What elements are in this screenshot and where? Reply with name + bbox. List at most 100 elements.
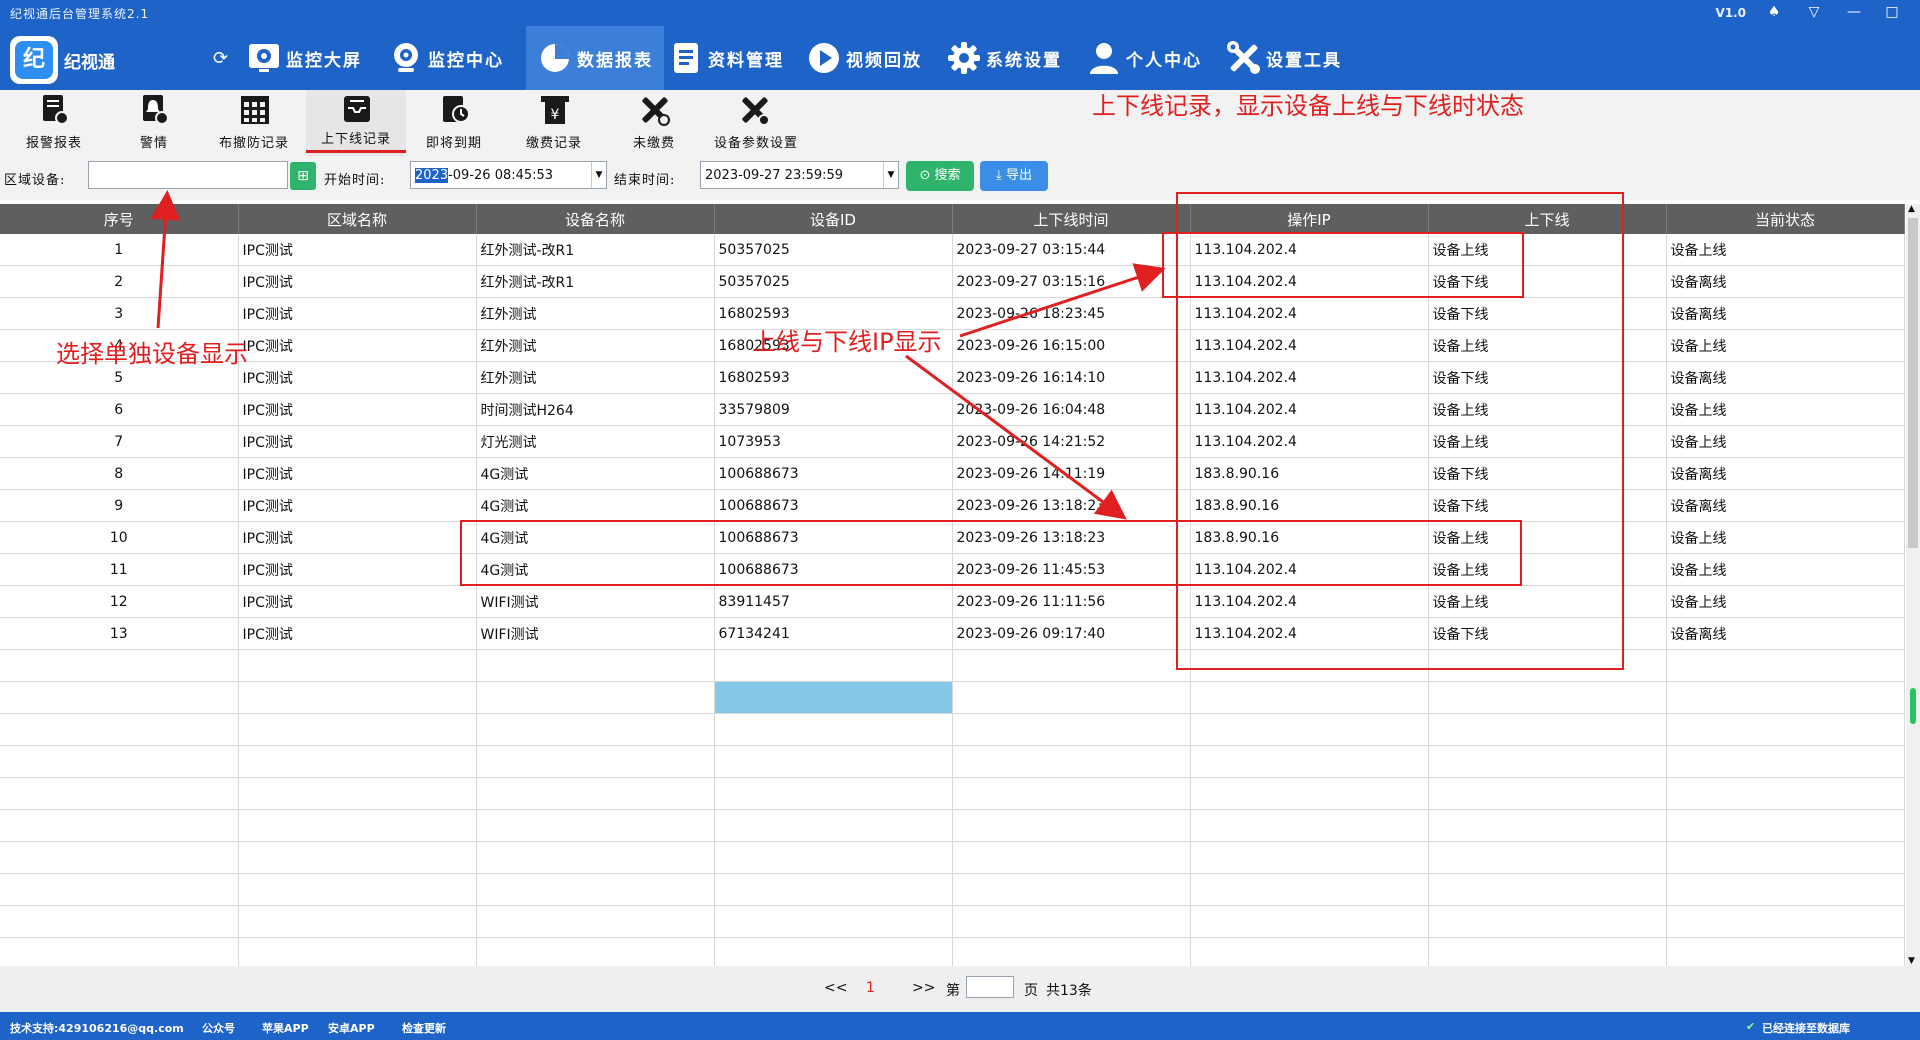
table-cell[interactable]: 4G测试 xyxy=(476,457,715,490)
nav-system-settings[interactable]: 系统设置 xyxy=(946,26,1062,90)
nav-video-playback[interactable]: 视频回放 xyxy=(806,26,922,90)
nav-monitor-screen[interactable]: 监控大屏 xyxy=(246,26,362,90)
column-header[interactable]: 上下线时间 xyxy=(952,204,1191,234)
table-cell[interactable]: 50357025 xyxy=(714,265,953,298)
table-cell[interactable] xyxy=(476,873,715,906)
table-cell[interactable]: IPC测试 xyxy=(238,585,477,618)
table-cell[interactable] xyxy=(1190,841,1429,874)
chevron-down-icon[interactable]: ▼ xyxy=(591,162,606,188)
table-cell[interactable] xyxy=(238,649,477,682)
subtab-arm-disarm[interactable]: 布撤防记录 xyxy=(204,90,304,156)
table-cell[interactable]: 设备上线 xyxy=(1666,585,1905,618)
table-cell[interactable] xyxy=(714,873,953,906)
table-cell[interactable] xyxy=(0,809,239,842)
refresh-icon[interactable]: ⟳ xyxy=(213,48,228,69)
table-cell[interactable]: 8 xyxy=(0,457,239,490)
table-cell[interactable]: 83911457 xyxy=(714,585,953,618)
table-cell[interactable] xyxy=(1190,777,1429,810)
next-page-button[interactable]: >> xyxy=(912,980,935,996)
maximize-button[interactable]: □ xyxy=(1872,0,1912,26)
table-cell[interactable] xyxy=(0,873,239,906)
empty-row[interactable] xyxy=(0,809,1905,842)
table-cell[interactable]: IPC测试 xyxy=(238,265,477,298)
table-cell[interactable] xyxy=(714,777,953,810)
table-cell[interactable] xyxy=(0,681,239,714)
table-cell[interactable]: 设备上线 xyxy=(1666,234,1905,266)
empty-row[interactable] xyxy=(0,713,1905,746)
table-cell[interactable]: 11 xyxy=(0,553,239,586)
table-cell[interactable] xyxy=(1190,873,1429,906)
table-cell[interactable] xyxy=(476,841,715,874)
scroll-up-icon[interactable]: ▲ xyxy=(1908,204,1915,214)
table-cell[interactable] xyxy=(476,809,715,842)
table-cell[interactable] xyxy=(0,937,239,966)
table-cell[interactable] xyxy=(714,905,953,938)
dropdown-button[interactable]: ▽ xyxy=(1794,0,1834,26)
table-cell[interactable] xyxy=(238,937,477,966)
table-cell[interactable]: 2023-09-26 16:14:10 xyxy=(952,361,1191,394)
table-cell[interactable] xyxy=(238,713,477,746)
table-cell[interactable] xyxy=(952,937,1191,966)
table-cell[interactable]: 红外测试 xyxy=(476,361,715,394)
table-cell[interactable]: 设备离线 xyxy=(1666,457,1905,490)
table-cell[interactable]: 2023-09-26 18:23:45 xyxy=(952,297,1191,330)
table-cell[interactable] xyxy=(238,905,477,938)
table-cell[interactable] xyxy=(1428,937,1667,966)
table-cell[interactable] xyxy=(476,713,715,746)
start-time-picker[interactable]: 2023-09-26 08:45:53 ▼ xyxy=(410,161,607,189)
table-cell[interactable]: IPC测试 xyxy=(238,553,477,586)
table-cell[interactable] xyxy=(476,649,715,682)
table-cell[interactable] xyxy=(1666,937,1905,966)
table-cell[interactable]: 100688673 xyxy=(714,489,953,522)
table-cell[interactable] xyxy=(1428,777,1667,810)
table-cell[interactable] xyxy=(476,681,715,714)
scroll-down-icon[interactable]: ▼ xyxy=(1908,956,1915,966)
table-cell[interactable] xyxy=(0,777,239,810)
table-cell[interactable] xyxy=(714,713,953,746)
table-cell[interactable] xyxy=(714,809,953,842)
table-cell[interactable] xyxy=(0,905,239,938)
table-cell[interactable]: 设备离线 xyxy=(1666,297,1905,330)
table-cell[interactable] xyxy=(1666,905,1905,938)
table-cell[interactable] xyxy=(714,841,953,874)
empty-row[interactable] xyxy=(0,937,1905,966)
table-cell[interactable]: 设备上线 xyxy=(1666,553,1905,586)
table-cell[interactable] xyxy=(238,745,477,778)
table-cell[interactable] xyxy=(1666,841,1905,874)
table-cell[interactable]: IPC测试 xyxy=(238,617,477,650)
table-cell[interactable]: WIFI测试 xyxy=(476,585,715,618)
table-cell[interactable]: 1073953 xyxy=(714,425,953,458)
vertical-scrollbar[interactable]: ▲ ▼ xyxy=(1906,204,1920,966)
table-cell[interactable] xyxy=(714,745,953,778)
table-cell[interactable]: 6 xyxy=(0,393,239,426)
table-cell[interactable]: 50357025 xyxy=(714,234,953,266)
table-cell[interactable]: 67134241 xyxy=(714,617,953,650)
link-check-update[interactable]: 检查更新 xyxy=(402,1020,446,1036)
column-header[interactable]: 设备名称 xyxy=(476,204,715,234)
export-button[interactable]: ⤓ 导出 xyxy=(980,161,1048,191)
table-cell[interactable]: 设备上线 xyxy=(1666,425,1905,458)
table-cell[interactable]: 9 xyxy=(0,489,239,522)
table-cell[interactable] xyxy=(1666,681,1905,714)
table-cell[interactable]: IPC测试 xyxy=(238,361,477,394)
goto-page-input[interactable] xyxy=(966,976,1014,998)
table-cell[interactable]: 10 xyxy=(0,521,239,554)
empty-row[interactable] xyxy=(0,745,1905,778)
table-cell[interactable]: 红外测试 xyxy=(476,329,715,362)
table-cell[interactable] xyxy=(952,905,1191,938)
table-cell[interactable] xyxy=(1666,649,1905,682)
table-cell[interactable]: 设备上线 xyxy=(1666,521,1905,554)
table-cell[interactable] xyxy=(1428,681,1667,714)
table-cell[interactable] xyxy=(476,745,715,778)
table-cell[interactable]: IPC测试 xyxy=(238,329,477,362)
table-cell[interactable] xyxy=(952,681,1191,714)
table-cell[interactable] xyxy=(714,937,953,966)
scrollbar-thumb[interactable] xyxy=(1908,218,1918,548)
table-cell[interactable] xyxy=(238,841,477,874)
column-header[interactable]: 当前状态 xyxy=(1666,204,1905,234)
column-header[interactable]: 序号 xyxy=(0,204,239,234)
empty-row[interactable] xyxy=(0,905,1905,938)
table-cell[interactable]: 2023-09-26 13:18:23 xyxy=(952,489,1191,522)
table-cell[interactable]: 2023-09-27 03:15:44 xyxy=(952,234,1191,266)
empty-row[interactable] xyxy=(0,873,1905,906)
